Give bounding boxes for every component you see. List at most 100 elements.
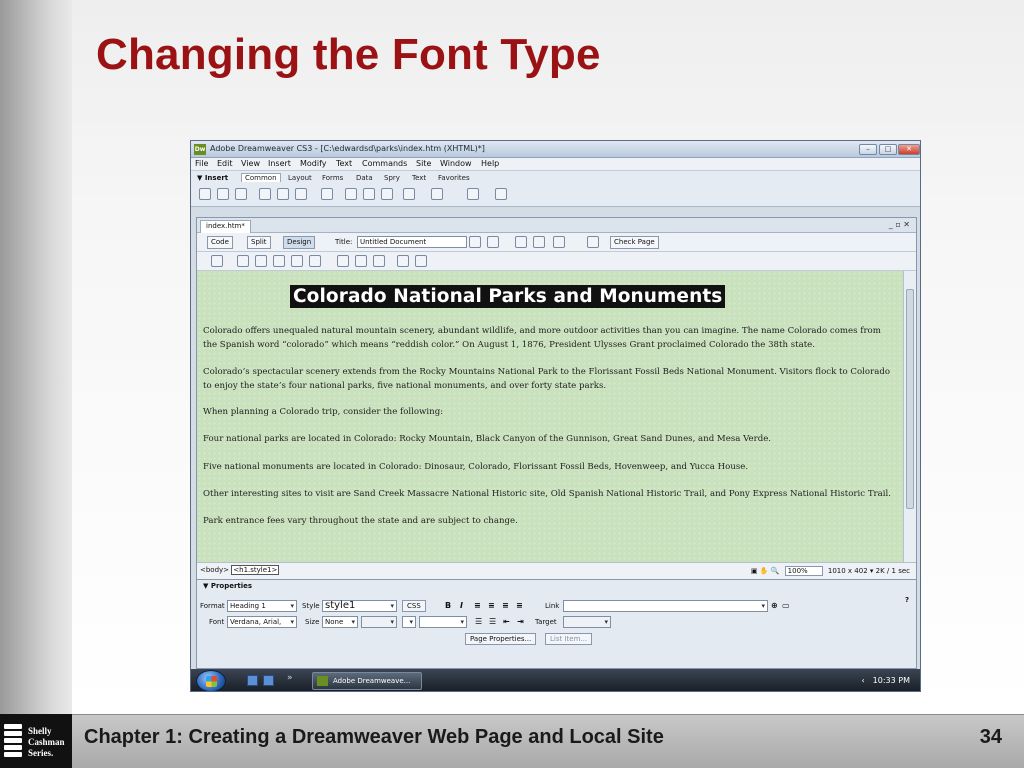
menu-edit[interactable]: Edit <box>217 159 233 168</box>
point-to-file-icon[interactable]: ⊕ <box>771 601 778 610</box>
refresh-icon[interactable] <box>515 236 527 248</box>
open-icon[interactable] <box>237 255 249 267</box>
minimize-button[interactable]: – <box>859 144 877 155</box>
insert-bar-label[interactable]: ▼ Insert <box>197 174 228 182</box>
view-options-icon[interactable] <box>533 236 545 248</box>
quick-launch-more-icon[interactable]: » <box>287 673 293 683</box>
paragraph-3[interactable]: When planning a Colorado trip, consider … <box>203 405 893 419</box>
insert-tab-spry[interactable]: Spry <box>384 174 400 182</box>
vertical-scrollbar[interactable] <box>903 271 916 562</box>
menu-file[interactable]: File <box>195 159 208 168</box>
new-document-icon[interactable] <box>211 255 223 267</box>
target-select[interactable] <box>563 616 611 628</box>
save-icon[interactable] <box>273 255 285 267</box>
document-title-input[interactable]: Untitled Document <box>357 236 467 248</box>
browse-in-bridge-icon[interactable] <box>255 255 267 267</box>
unordered-list-icon[interactable]: ☰ <box>475 617 482 626</box>
split-view-button[interactable]: Split <box>247 236 271 249</box>
tag-h1-style1[interactable]: <h1.style1> <box>231 565 280 575</box>
browse-folder-icon[interactable]: ▭ <box>782 601 790 610</box>
list-item-button[interactable]: List Item... <box>545 633 593 645</box>
help-icon[interactable]: ? <box>905 596 909 604</box>
menu-text[interactable]: Text <box>336 159 352 168</box>
tag-chooser-icon[interactable] <box>495 188 507 200</box>
scrollbar-thumb[interactable] <box>906 289 914 509</box>
cut-icon[interactable] <box>337 255 349 267</box>
zoom-tool-icon[interactable]: 🔍 <box>771 567 780 575</box>
insert-tab-layout[interactable]: Layout <box>288 174 312 182</box>
paragraph-7[interactable]: Park entrance fees vary throughout the s… <box>203 514 893 528</box>
css-button[interactable]: CSS <box>402 600 426 612</box>
zoom-select[interactable]: 100% <box>784 566 823 576</box>
div-icon[interactable] <box>277 188 289 200</box>
save-all-icon[interactable] <box>291 255 303 267</box>
page-properties-button[interactable]: Page Properties... <box>465 633 537 645</box>
document-tab[interactable]: index.htm* <box>200 220 251 233</box>
insert-tab-common[interactable]: Common <box>241 173 281 182</box>
bold-icon[interactable]: B <box>445 601 451 610</box>
comment-icon[interactable] <box>381 188 393 200</box>
media-icon[interactable] <box>321 188 333 200</box>
server-side-include-icon[interactable] <box>363 188 375 200</box>
file-management-icon[interactable] <box>469 236 481 248</box>
design-view-button[interactable]: Design <box>283 236 316 249</box>
tag-body[interactable]: <body> <box>200 566 229 574</box>
hyperlink-icon[interactable] <box>199 188 211 200</box>
menu-site[interactable]: Site <box>416 159 431 168</box>
paragraph-1[interactable]: Colorado offers unequaled natural mounta… <box>203 324 893 352</box>
paragraph-6[interactable]: Other interesting sites to visit are San… <box>203 487 893 501</box>
menu-insert[interactable]: Insert <box>268 159 291 168</box>
copy-icon[interactable] <box>355 255 367 267</box>
format-select[interactable]: Heading 1 <box>227 600 297 612</box>
taskbar-dreamweaver-button[interactable]: Adobe Dreamweave... <box>312 672 422 690</box>
page-heading[interactable]: Colorado National Parks and Monuments <box>290 285 726 308</box>
italic-icon[interactable]: I <box>460 601 463 610</box>
style-select[interactable]: style1 <box>322 600 397 612</box>
menu-modify[interactable]: Modify <box>300 159 327 168</box>
ordered-list-icon[interactable]: ☰ <box>489 617 496 626</box>
properties-panel-title[interactable]: ▼ Properties <box>203 582 252 590</box>
insert-tab-forms[interactable]: Forms <box>322 174 343 182</box>
window-size[interactable]: 1010 x 402 <box>828 567 868 575</box>
text-color-input[interactable] <box>419 616 467 628</box>
size-units-select[interactable] <box>361 616 397 628</box>
close-button[interactable]: ✕ <box>898 144 920 155</box>
size-select[interactable]: None <box>322 616 358 628</box>
menu-commands[interactable]: Commands <box>362 159 407 168</box>
menu-window[interactable]: Window <box>440 159 472 168</box>
preview-in-browser-icon[interactable] <box>487 236 499 248</box>
script-icon[interactable] <box>431 188 443 200</box>
text-color-picker[interactable] <box>402 616 416 628</box>
paragraph-2[interactable]: Colorado’s spectacular scenery extends f… <box>203 365 893 393</box>
align-right-icon[interactable]: ≡ <box>502 601 509 610</box>
menu-help[interactable]: Help <box>481 159 499 168</box>
paste-icon[interactable] <box>373 255 385 267</box>
validate-markup-icon[interactable] <box>587 236 599 248</box>
head-icon[interactable] <box>403 188 415 200</box>
start-button[interactable] <box>196 670 226 691</box>
insert-tab-favorites[interactable]: Favorites <box>438 174 470 182</box>
show-desktop-icon[interactable] <box>247 675 258 686</box>
image-icon[interactable] <box>295 188 307 200</box>
align-left-icon[interactable]: ≡ <box>474 601 481 610</box>
email-link-icon[interactable] <box>217 188 229 200</box>
code-view-button[interactable]: Code <box>207 236 233 249</box>
maximize-button[interactable]: □ <box>879 144 897 155</box>
visual-aids-icon[interactable] <box>553 236 565 248</box>
hand-tool-icon[interactable]: ✋ <box>760 567 769 575</box>
check-page-button[interactable]: Check Page <box>610 236 659 249</box>
menu-view[interactable]: View <box>241 159 260 168</box>
design-view-canvas[interactable]: Colorado National Parks and Monuments Co… <box>197 271 905 562</box>
indent-icon[interactable]: ⇥ <box>517 617 524 626</box>
switch-windows-icon[interactable] <box>263 675 274 686</box>
link-input[interactable] <box>563 600 768 612</box>
templates-icon[interactable] <box>467 188 479 200</box>
table-icon[interactable] <box>259 188 271 200</box>
print-code-icon[interactable] <box>309 255 321 267</box>
document-window-controls[interactable]: _ ▫ ✕ <box>889 220 910 229</box>
outdent-icon[interactable]: ⇤ <box>503 617 510 626</box>
align-center-icon[interactable]: ≡ <box>488 601 495 610</box>
redo-icon[interactable] <box>415 255 427 267</box>
font-select[interactable]: Verdana, Arial, <box>227 616 297 628</box>
paragraph-5[interactable]: Five national monuments are located in C… <box>203 460 893 474</box>
